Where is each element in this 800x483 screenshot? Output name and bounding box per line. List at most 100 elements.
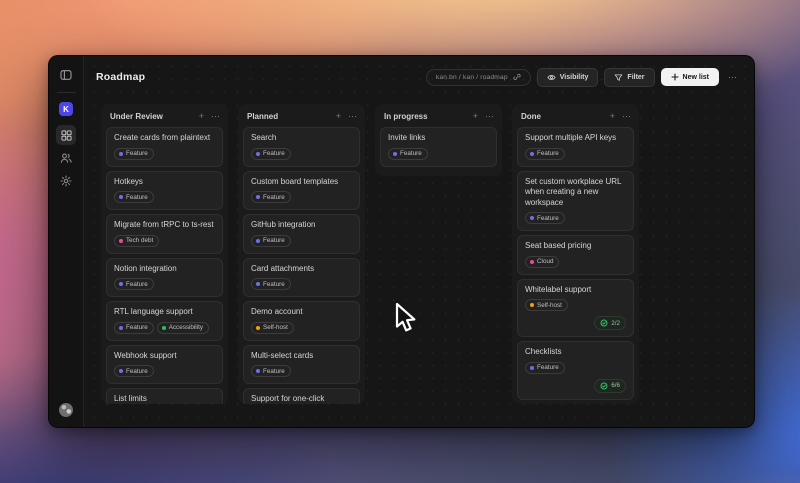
card[interactable]: Checklists Feature 6/6 <box>517 341 634 400</box>
label-pill: Feature <box>114 191 154 203</box>
card-labels: Feature <box>114 365 215 377</box>
label-dot <box>256 282 260 286</box>
card[interactable]: RTL language support Feature Accessibility <box>106 301 223 341</box>
checklist-row: 6/6 <box>525 378 626 393</box>
label-dot <box>119 195 123 199</box>
card[interactable]: Seat based pricing Cloud <box>517 235 634 275</box>
label-dot <box>119 282 123 286</box>
card[interactable]: Custom board templates Feature <box>243 170 360 210</box>
label-pill: Feature <box>251 278 291 290</box>
card-labels: Feature Accessibility <box>114 321 215 334</box>
card[interactable]: Support multiple API keys Feature <box>517 127 634 167</box>
label-pill: Feature <box>114 365 154 377</box>
label-pill: Feature <box>251 191 291 203</box>
sidebar-toggle-button[interactable] <box>56 65 76 85</box>
label-text: Feature <box>126 280 148 288</box>
label-dot <box>119 151 123 156</box>
checklist-row: 2/2 <box>525 316 626 330</box>
card-labels: Feature <box>525 361 626 374</box>
board-column: Done + ⋯ Support multiple API keys Feature Se… <box>512 104 639 404</box>
card[interactable]: GitHub integration Feature <box>243 214 360 254</box>
label-dot <box>256 195 260 199</box>
card[interactable]: Webhook support Feature <box>106 344 223 384</box>
card-title: Card attachments <box>251 263 315 273</box>
label-pill: Feature <box>251 365 291 377</box>
card-labels: Feature <box>251 147 352 160</box>
card[interactable]: Hotkeys Feature <box>106 170 223 210</box>
checklist-badge: 2/2 <box>594 316 626 330</box>
label-dot <box>119 238 123 243</box>
card-title: Seat based pricing <box>525 241 592 250</box>
label-dot <box>256 325 260 330</box>
card[interactable]: Notion integration Feature <box>106 257 223 297</box>
card-title: Whitelabel support <box>525 284 592 294</box>
card[interactable]: Invite links Feature <box>380 127 497 167</box>
card[interactable]: Search Feature <box>243 127 360 167</box>
sidebar-item-members[interactable] <box>56 148 76 168</box>
add-card-icon[interactable]: + <box>610 112 615 121</box>
card-title: Multi-select cards <box>251 350 314 360</box>
label-dot <box>530 303 534 307</box>
visibility-button[interactable]: Visibility <box>536 67 599 87</box>
card-title: Create cards from plaintext <box>114 133 211 142</box>
card[interactable]: List limitsFeature <box>106 388 223 404</box>
workspace-avatar[interactable]: K <box>59 102 73 116</box>
label-dot <box>530 365 534 370</box>
card-title: Invite links <box>388 133 426 142</box>
column-header: In progress + ⋯ <box>380 109 497 127</box>
column-menu-icon[interactable]: ⋯ <box>622 112 631 121</box>
card-labels: Self-host <box>525 299 626 311</box>
card[interactable]: Set custom workplace URL when creating a… <box>517 170 634 231</box>
label-pill: Cloud <box>525 255 560 268</box>
card[interactable]: Card attachments Feature <box>243 257 360 297</box>
filter-icon <box>615 73 623 81</box>
label-text: Feature <box>537 364 559 371</box>
card-title: Hotkeys <box>114 176 143 186</box>
label-text: Cloud <box>537 258 554 265</box>
card-title: Search <box>251 133 277 142</box>
card-labels: Feature <box>114 191 215 203</box>
column-title: In progress <box>384 112 428 121</box>
column-menu-icon[interactable]: ⋯ <box>211 112 220 121</box>
new-list-button[interactable]: New list <box>660 68 719 86</box>
label-text: Feature <box>263 237 285 244</box>
header-actions: kan.bn / kan / roadmap Visibility Filter… <box>425 67 740 87</box>
add-card-icon[interactable]: + <box>199 112 204 121</box>
user-avatar[interactable] <box>59 403 73 417</box>
checklist-badge: 6/6 <box>594 378 626 393</box>
card[interactable]: Migrate from tRPC to ts-rest Tech debt <box>106 214 223 254</box>
card-labels: Tech debt <box>114 234 215 247</box>
card-title: Support for one-click deployments via Co… <box>251 394 325 403</box>
label-text: Feature <box>263 367 285 375</box>
label-text: Accessibility <box>168 324 203 331</box>
card[interactable]: Demo account Self-host <box>243 301 360 341</box>
label-pill: Feature <box>114 321 154 334</box>
card-labels: Feature <box>114 278 215 290</box>
label-dot <box>256 369 260 373</box>
label-pill: Feature <box>114 278 154 290</box>
column-menu-icon[interactable]: ⋯ <box>485 112 494 121</box>
card[interactable]: Whitelabel support Self-host 2/2 <box>517 278 634 337</box>
card[interactable]: Multi-select cards Feature <box>243 344 360 384</box>
label-pill: Feature <box>525 212 565 224</box>
header-more-button[interactable]: ⋯ <box>725 72 740 82</box>
card[interactable]: Create cards from plaintext Feature <box>106 127 223 167</box>
card-labels: Feature <box>114 147 215 160</box>
label-pill: Feature <box>525 147 565 160</box>
card[interactable]: Dashboard 2.0Feature <box>517 403 634 404</box>
sidebar-item-settings[interactable] <box>56 171 76 191</box>
card[interactable]: Support for one-click deployments via Co… <box>243 388 360 404</box>
visibility-label: Visibility <box>559 73 589 81</box>
new-list-label: New list <box>682 73 709 81</box>
filter-button[interactable]: Filter <box>604 67 655 87</box>
breadcrumb[interactable]: kan.bn / kan / roadmap <box>425 68 531 86</box>
add-card-icon[interactable]: + <box>473 112 478 121</box>
card-title: Set custom workplace URL when creating a… <box>525 176 622 207</box>
column-menu-icon[interactable]: ⋯ <box>348 112 357 121</box>
label-pill: Feature <box>114 147 154 160</box>
desktop-wallpaper: K Roadmap kan.bn / kan / roadmap Visibil… <box>0 0 800 483</box>
sidebar-item-boards[interactable] <box>56 125 76 145</box>
add-card-icon[interactable]: + <box>336 112 341 121</box>
label-dot <box>256 238 260 243</box>
label-text: Feature <box>126 367 148 375</box>
